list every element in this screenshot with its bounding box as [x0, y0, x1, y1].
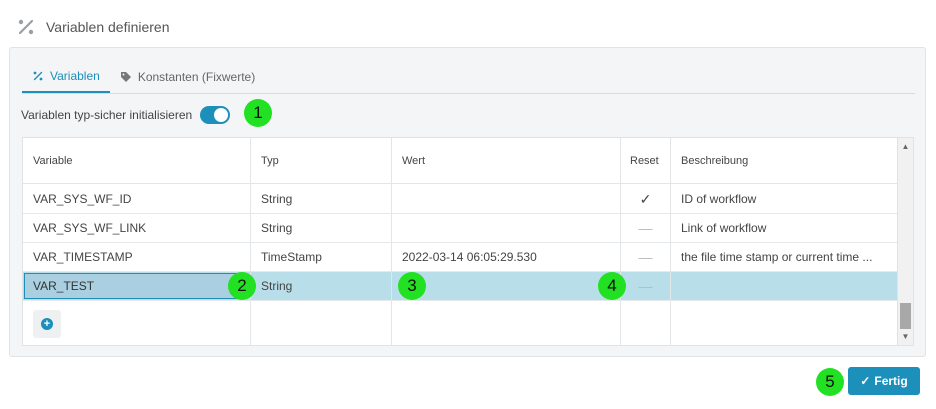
reset-dash-icon[interactable]: — [621, 243, 670, 271]
tab-bar: Variablen Konstanten (Fixwerte) [22, 60, 915, 94]
done-button[interactable]: ✓ Fertig [848, 367, 920, 395]
percent-icon [18, 19, 34, 35]
annotation-badge-3: 3 [398, 272, 426, 300]
cell-beschreibung[interactable] [671, 272, 897, 300]
grid-header: Variable Typ Wert Reset Beschreibung [23, 138, 897, 184]
page-header: Variablen definieren [16, 14, 170, 40]
column-header-wert[interactable]: Wert [392, 138, 620, 184]
table-row[interactable]: VAR_SYS_WF_ID String ✓ ID of workflow [23, 185, 897, 214]
tag-icon [120, 71, 131, 82]
tab-label: Konstanten (Fixwerte) [137, 69, 256, 84]
scrollbar-thumb[interactable] [900, 303, 911, 329]
done-button-label: Fertig [874, 374, 908, 388]
add-variable-button[interactable]: + [33, 310, 61, 338]
column-divider [391, 138, 392, 345]
toggle-knob [214, 108, 229, 122]
column-header-variable[interactable]: Variable [23, 138, 250, 184]
typesafe-toggle[interactable] [200, 106, 231, 124]
cell-wert[interactable]: 2022-03-14 06:05:29.530 [392, 243, 620, 271]
variables-grid: Variable Typ Wert Reset Beschreibung VAR… [22, 137, 898, 346]
cell-variable[interactable]: VAR_SYS_WF_LINK [23, 214, 250, 242]
cell-variable[interactable]: VAR_TIMESTAMP [23, 243, 250, 271]
column-divider [620, 138, 621, 345]
cell-typ[interactable]: TimeStamp [251, 243, 391, 271]
tab-variablen[interactable]: Variablen [22, 60, 110, 93]
cell-wert[interactable] [392, 214, 620, 242]
variable-name-editor[interactable]: VAR_TEST [24, 273, 247, 299]
cell-wert[interactable] [392, 272, 620, 300]
annotation-badge-1: 1 [244, 99, 272, 127]
scroll-down-icon[interactable]: ▼ [898, 330, 913, 344]
annotation-badge-2: 2 [228, 272, 256, 300]
cell-typ[interactable]: String [251, 185, 391, 213]
tab-label: Variablen [50, 68, 100, 83]
annotation-badge-4: 4 [598, 272, 626, 300]
table-row[interactable]: VAR_TIMESTAMP TimeStamp 2022-03-14 06:05… [23, 243, 897, 272]
scroll-up-icon[interactable]: ▲ [898, 140, 913, 154]
tab-konstanten[interactable]: Konstanten (Fixwerte) [110, 60, 265, 93]
column-header-reset[interactable]: Reset [621, 138, 670, 184]
column-divider [670, 138, 671, 345]
percent-icon [33, 71, 43, 80]
add-row-area: + [23, 300, 897, 345]
cell-typ[interactable]: String [251, 214, 391, 242]
cell-beschreibung[interactable]: Link of workflow [671, 214, 897, 242]
cell-wert[interactable] [392, 185, 620, 213]
typesafe-toggle-label: Variablen typ-sicher initialisieren [21, 108, 193, 122]
page-title: Variablen definieren [46, 19, 170, 35]
reset-dash-icon[interactable]: — [621, 272, 670, 300]
check-icon: ✓ [860, 374, 871, 388]
table-row-selected[interactable]: VAR_TEST String — [23, 272, 897, 301]
cell-beschreibung[interactable]: the file time stamp or current time ... [671, 243, 897, 271]
reset-check-icon[interactable]: ✓ [621, 185, 670, 213]
plus-circle-icon: + [41, 318, 53, 330]
cell-variable[interactable]: VAR_SYS_WF_ID [23, 185, 250, 213]
grid-scrollbar[interactable]: ▲ ▼ [898, 137, 914, 346]
reset-dash-icon[interactable]: — [621, 214, 670, 242]
typesafe-toggle-row: Variablen typ-sicher initialisieren [21, 103, 231, 127]
cell-typ[interactable]: String [251, 272, 391, 300]
cell-beschreibung[interactable]: ID of workflow [671, 185, 897, 213]
column-header-beschreibung[interactable]: Beschreibung [671, 138, 897, 184]
column-header-typ[interactable]: Typ [251, 138, 391, 184]
column-divider [250, 138, 251, 345]
table-row[interactable]: VAR_SYS_WF_LINK String — Link of workflo… [23, 214, 897, 243]
annotation-badge-5: 5 [816, 368, 844, 396]
